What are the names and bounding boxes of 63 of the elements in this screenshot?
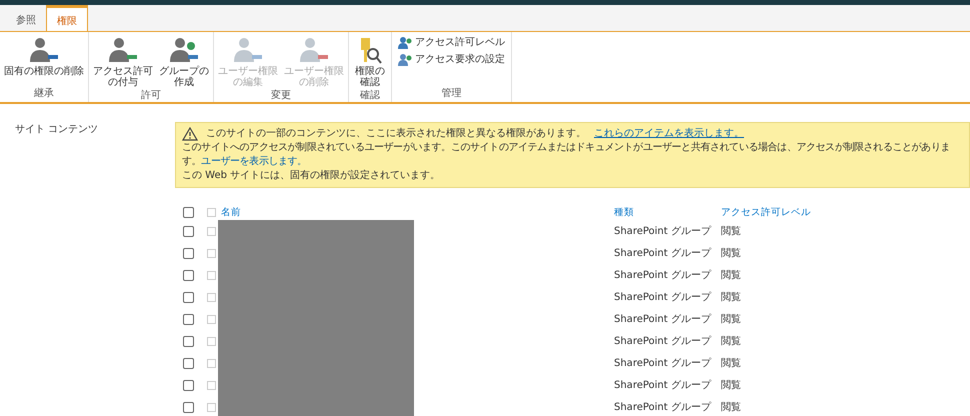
column-header[interactable]: 種類 — [614, 206, 721, 218]
square-icon — [207, 358, 216, 368]
square-icon — [207, 208, 216, 216]
table-cell-text: 閲覧 — [721, 335, 741, 348]
table-cell-text: SharePoint グループ — [614, 334, 712, 348]
notice-text: このサイトの一部のコンテンツに、ここに表示された権限と異なる権限があります。 — [206, 127, 586, 141]
row-checkbox[interactable] — [183, 226, 194, 236]
ribbon-button[interactable]: グループの 作成 — [157, 32, 211, 88]
square-icon — [207, 336, 216, 346]
warning-icon — [182, 127, 198, 141]
row-checkbox[interactable] — [183, 314, 194, 324]
notice-text: このサイトへのアクセスが制限されているユーザーがいます。このサイトのアイテムまたはドキュメントがユーザーと共有されている場合は、アクセスが制限されることがあります。ユーザーを表示します。 — [182, 141, 952, 169]
people-icon — [398, 52, 412, 66]
table-cell-text: 閲覧 — [721, 401, 741, 414]
table-cell-text: SharePoint グループ — [614, 268, 712, 282]
table-cell-text: 閲覧 — [721, 379, 741, 392]
table-cell-text: SharePoint グループ — [614, 290, 712, 304]
people-icon — [398, 36, 412, 48]
table-cell-text: SharePoint グループ — [614, 312, 712, 326]
table-cell-text: 閲覧 — [721, 357, 741, 370]
row-checkbox[interactable] — [183, 358, 194, 368]
table-cell-text: SharePoint グループ — [614, 356, 712, 370]
square-icon — [207, 402, 216, 412]
ribbon-button[interactable]: 権限の 確認 — [351, 32, 389, 88]
row-checkbox[interactable] — [183, 402, 194, 412]
group-label: 確認 — [359, 88, 381, 103]
row-checkbox[interactable] — [183, 248, 194, 258]
nav-link[interactable]: サイト コンテンツ — [15, 124, 98, 135]
select-all-checkbox[interactable] — [183, 206, 194, 218]
table-cell-text: 閲覧 — [721, 269, 741, 282]
row-checkbox[interactable] — [183, 336, 194, 346]
table-cell-text: SharePoint グループ — [614, 224, 712, 238]
row-checkbox[interactable] — [183, 270, 194, 280]
square-icon — [207, 292, 216, 302]
ribbon-tab[interactable]: 権限 — [46, 5, 88, 31]
column-header[interactable]: アクセス許可レベル — [721, 206, 811, 218]
group-label: 管理 — [440, 87, 462, 101]
column-header[interactable]: 名前 — [221, 206, 614, 218]
square-icon — [207, 314, 216, 324]
ribbon-tab[interactable]: 参照 — [6, 7, 46, 31]
group-label: 変更 — [270, 88, 292, 103]
table-cell-text: 閲覧 — [721, 313, 741, 326]
ribbon-small-button[interactable]: アクセス許可レベル — [398, 35, 505, 49]
square-icon — [207, 270, 216, 280]
notice-text: この Web サイトには、固有の権限が設定されています。 — [182, 170, 440, 181]
table-cell-text: SharePoint グループ — [614, 246, 712, 260]
ribbon-button[interactable]: アクセス許可 の付与 — [91, 32, 155, 88]
square-icon — [207, 248, 216, 258]
ribbon-small-button[interactable]: アクセス要求の設定 — [398, 52, 505, 66]
notice-link[interactable]: これらのアイテムを表示します。 — [594, 127, 744, 141]
table-cell-text: 閲覧 — [721, 225, 741, 238]
square-icon — [207, 380, 216, 390]
ribbon-button[interactable]: 固有の権限の削除 — [2, 32, 86, 86]
group-label: 許可 — [140, 88, 162, 103]
table-cell-text: SharePoint グループ — [614, 378, 712, 392]
group-label: 継承 — [33, 86, 55, 101]
table-cell-text: 閲覧 — [721, 291, 741, 304]
square-icon — [207, 226, 216, 236]
row-checkbox[interactable] — [183, 292, 194, 302]
row-checkbox[interactable] — [183, 380, 194, 390]
notice-link[interactable]: ユーザーを表示します。 — [201, 156, 307, 167]
table-cell-text: SharePoint グループ — [614, 400, 712, 414]
table-cell-text: 閲覧 — [721, 247, 741, 260]
